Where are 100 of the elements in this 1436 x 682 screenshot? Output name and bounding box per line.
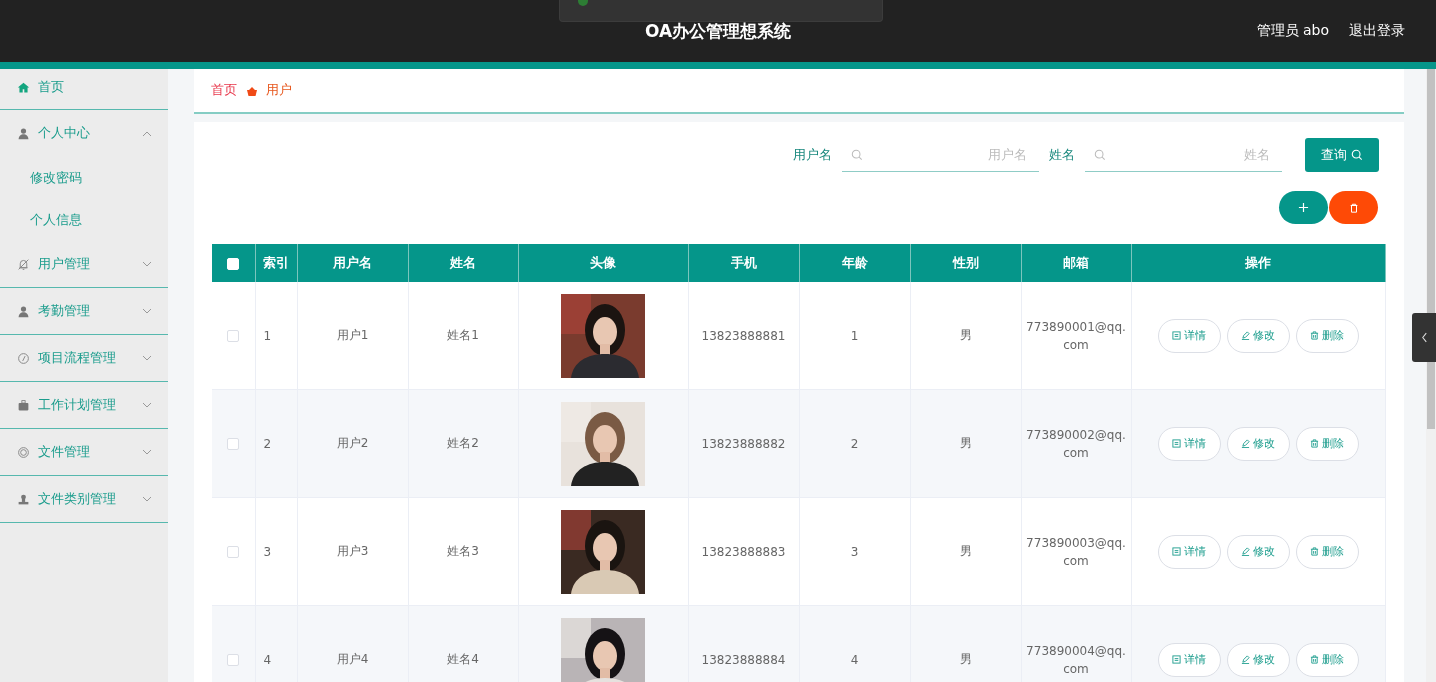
search-button[interactable]: 查询 — [1305, 138, 1379, 172]
table-cell: 1 — [850, 328, 859, 343]
home-icon — [17, 80, 30, 94]
search-icon — [1094, 148, 1106, 161]
add-button[interactable] — [1279, 191, 1328, 224]
menu-item[interactable]: 项目流程管理 — [0, 335, 168, 382]
search-field[interactable]: 姓名 — [1085, 138, 1282, 172]
user-name: 管理员 abo — [1256, 22, 1329, 40]
table-cell: 3 — [263, 544, 272, 559]
search-field[interactable]: 用户名 — [842, 138, 1039, 172]
ring-icon — [17, 445, 30, 459]
edit-button[interactable]: 修改 — [1226, 426, 1290, 461]
table-cell: 4 — [850, 652, 859, 667]
document-icon — [1172, 655, 1182, 664]
table-cell: 用户1 — [336, 328, 369, 342]
pencil-icon — [1241, 547, 1251, 556]
menu-item[interactable]: 个人中心 — [0, 110, 168, 157]
app-title: OA办公管理想系统 — [644, 19, 792, 43]
menu-item[interactable]: 工作计划管理 — [0, 382, 168, 429]
table-cell: 姓名4 — [447, 652, 479, 666]
table-cell: 姓名3 — [447, 544, 479, 558]
column-header: 年龄 — [799, 244, 910, 282]
document-icon — [1172, 331, 1182, 340]
column-header: 手机 — [688, 244, 799, 282]
table-cell: 用户3 — [336, 544, 369, 558]
table-cell: 2 — [263, 436, 272, 451]
table-cell: 1 — [263, 328, 272, 343]
checkbox[interactable] — [227, 330, 240, 342]
pencil-icon — [1241, 655, 1251, 664]
column-header: 性别 — [910, 244, 1021, 282]
scrollbar[interactable] — [1426, 69, 1436, 682]
trash-icon — [1348, 202, 1359, 213]
table-cell-text: 773890002@qq.com — [1025, 426, 1127, 462]
table-cell-text: 773890001@qq.com — [1025, 318, 1127, 354]
table-cell: 姓名2 — [447, 436, 479, 450]
delete-button[interactable]: 删除 — [1295, 318, 1359, 353]
checkbox[interactable] — [227, 546, 240, 558]
details-button[interactable]: 详情 — [1157, 534, 1221, 569]
details-button[interactable]: 详情 — [1157, 642, 1221, 677]
table-cell: 用户4 — [336, 652, 369, 666]
table-cell: 姓名1 — [447, 328, 479, 342]
table-cell: 13823888884 — [701, 652, 786, 667]
delete-button[interactable]: 删除 — [1295, 426, 1359, 461]
person-icon — [17, 127, 30, 140]
chevron-icon — [142, 496, 152, 502]
chevron-icon — [142, 402, 152, 408]
details-button[interactable]: 详情 — [1157, 426, 1221, 461]
checkbox[interactable] — [227, 654, 240, 666]
delete-button[interactable]: 删除 — [1295, 642, 1359, 677]
logout-link[interactable]: 退出登录 — [1349, 22, 1405, 40]
person-icon — [17, 304, 30, 318]
success-icon — [578, 0, 588, 6]
submenu-item[interactable]: 修改密码 — [0, 157, 168, 199]
collapse-tab[interactable] — [1412, 313, 1436, 362]
column-header: 索引 — [255, 244, 297, 282]
table-cell: 4 — [263, 652, 272, 667]
pencil-icon — [1241, 331, 1251, 340]
menu-item[interactable]: 考勤管理 — [0, 288, 168, 335]
edit-button[interactable]: 修改 — [1226, 318, 1290, 353]
column-header: 姓名 — [408, 244, 518, 282]
edit-button[interactable]: 修改 — [1226, 642, 1290, 677]
table-cell: 2 — [850, 436, 859, 451]
compass-icon — [17, 351, 30, 365]
table-cell: 13823888881 — [701, 328, 786, 343]
briefcase-icon — [17, 398, 30, 412]
column-header: 操作 — [1131, 244, 1386, 282]
stamp-icon — [17, 492, 30, 506]
submenu-item[interactable]: 个人信息 — [0, 199, 168, 241]
edit-button[interactable]: 修改 — [1226, 534, 1290, 569]
plus-icon — [1298, 202, 1309, 213]
field-label: 用户名 — [793, 146, 832, 164]
table-cell: 男 — [959, 544, 972, 558]
column-header: 用户名 — [297, 244, 408, 282]
trash-icon — [1310, 331, 1320, 340]
details-button[interactable]: 详情 — [1157, 318, 1221, 353]
table-cell: 男 — [959, 652, 972, 666]
column-header: 头像 — [518, 244, 688, 282]
table-cell: 男 — [959, 436, 972, 450]
delete-button[interactable]: 删除 — [1295, 534, 1359, 569]
breadcrumb-link[interactable]: 首页 — [211, 82, 237, 99]
chevron-icon — [142, 355, 152, 361]
table-cell: 3 — [850, 544, 859, 559]
chevron-left-icon — [1420, 332, 1428, 343]
chevron-icon — [142, 130, 152, 137]
menu-item[interactable]: 用户管理 — [0, 241, 168, 288]
chevron-icon — [142, 449, 152, 455]
field-label: 姓名 — [1049, 146, 1075, 164]
table-cell: 13823888882 — [701, 436, 786, 451]
bell-icon — [17, 257, 30, 271]
menu-item[interactable]: 文件管理 — [0, 429, 168, 476]
checkbox[interactable] — [227, 438, 240, 450]
menu-item[interactable]: 文件类别管理 — [0, 476, 168, 523]
search-icon — [1351, 149, 1363, 161]
chevron-icon — [142, 308, 152, 314]
delete-button[interactable] — [1329, 191, 1378, 224]
document-icon — [1172, 439, 1182, 448]
trash-icon — [1310, 655, 1320, 664]
trash-icon — [1310, 547, 1320, 556]
pencil-icon — [1241, 439, 1251, 448]
menu-item[interactable]: 首页 — [0, 69, 168, 110]
